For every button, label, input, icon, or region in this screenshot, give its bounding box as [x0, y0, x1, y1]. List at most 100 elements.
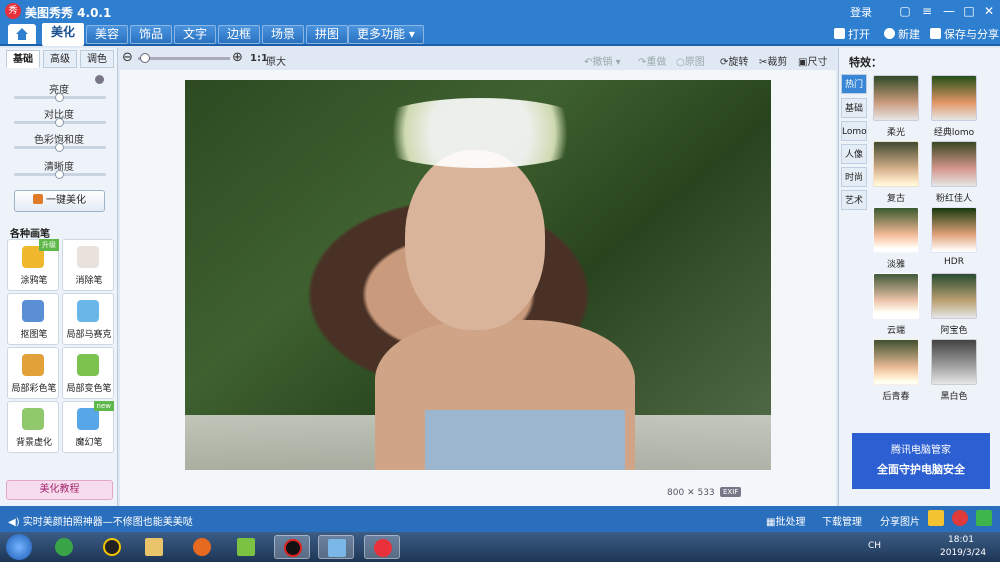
maximize-button[interactable]: □: [960, 2, 978, 20]
brush-mosaic[interactable]: 局部马赛克: [62, 293, 114, 345]
taskbar-app[interactable]: [228, 535, 264, 559]
subtab-tone[interactable]: 调色: [80, 50, 114, 68]
brush-background-blur[interactable]: 背景虚化: [7, 401, 59, 453]
slider-saturation[interactable]: [14, 143, 106, 152]
effect-label: 淡雅: [886, 260, 905, 270]
taskbar-app[interactable]: [184, 535, 220, 559]
slider-contrast[interactable]: [14, 118, 106, 127]
login-link[interactable]: 登录: [850, 4, 872, 20]
zoom-in-icon[interactable]: ⊕: [232, 50, 243, 65]
fx-category-art[interactable]: 艺术: [841, 190, 867, 210]
status-message[interactable]: ◀) 实时美颜拍照神器—不修图也能美美哒: [8, 513, 193, 528]
window-app-icon: [328, 539, 346, 557]
taskbar-app[interactable]: [318, 535, 354, 559]
fx-category-basic[interactable]: 基础: [841, 98, 867, 118]
tab-collage[interactable]: 拼图: [306, 25, 349, 44]
close-button[interactable]: ✕: [980, 2, 998, 20]
zoom-out-icon[interactable]: ⊖: [122, 50, 133, 65]
taskbar-app[interactable]: [46, 535, 82, 559]
weibo-icon[interactable]: [952, 510, 968, 526]
tab-beautify[interactable]: 美化: [42, 23, 85, 46]
new-button[interactable]: 新建: [884, 26, 920, 42]
share-image-button[interactable]: 分享图片: [880, 513, 920, 528]
effect-thumb[interactable]: [931, 273, 977, 319]
fx-category-portrait[interactable]: 人像: [841, 144, 867, 164]
brush-local-color[interactable]: 局部彩色笔: [7, 347, 59, 399]
app-logo: 秀: [5, 3, 21, 19]
clock-time[interactable]: 18:01: [948, 535, 974, 545]
taskbar-app[interactable]: [274, 535, 310, 559]
refresh-app-icon: [55, 538, 73, 556]
folder-icon: [145, 538, 163, 556]
taskbar-app[interactable]: [94, 535, 130, 559]
advertisement-banner[interactable]: 腾讯电脑管家 全面守护电脑安全: [852, 433, 990, 489]
save-share-button[interactable]: 保存与分享: [930, 26, 999, 42]
beautify-tutorial-button[interactable]: 美化教程: [6, 480, 113, 500]
brush-graffiti[interactable]: 升级 涂鸦笔: [7, 239, 59, 291]
brush-magic[interactable]: new 魔幻笔: [62, 401, 114, 453]
tab-text[interactable]: 文字: [174, 25, 217, 44]
effect-label: 后青春: [882, 392, 910, 402]
home-tab[interactable]: [8, 24, 36, 44]
zoom-slider-knob[interactable]: [140, 53, 150, 63]
slider-knob[interactable]: [55, 143, 64, 152]
download-manager-button[interactable]: 下载管理: [822, 513, 862, 528]
add-icon[interactable]: [976, 510, 992, 526]
taskbar-app[interactable]: [136, 535, 172, 559]
fx-category-lomo[interactable]: Lomo: [841, 121, 867, 141]
effect-thumb[interactable]: [873, 273, 919, 319]
original-size-button[interactable]: 原大: [266, 53, 286, 68]
start-button[interactable]: [6, 534, 32, 560]
clock-date[interactable]: 2019/3/24: [940, 548, 986, 558]
batch-process-button[interactable]: ▦批处理: [766, 513, 805, 528]
subtab-advanced[interactable]: 高级: [43, 50, 77, 68]
effect-thumb[interactable]: [873, 207, 919, 253]
taskbar-app-meitu[interactable]: [364, 535, 400, 559]
effect-thumb[interactable]: [931, 141, 977, 187]
tab-frame[interactable]: 边框: [218, 25, 261, 44]
effect-thumb[interactable]: [931, 207, 977, 253]
slider-sharpness[interactable]: [14, 170, 106, 179]
restore-original-button[interactable]: ○原图: [676, 53, 705, 68]
photo-canvas[interactable]: [185, 80, 771, 470]
effect-thumb[interactable]: [873, 141, 919, 187]
exif-button[interactable]: EXIF: [720, 487, 742, 497]
tab-more[interactable]: 更多功能 ▾: [348, 25, 424, 44]
effect-label: 柔光: [886, 128, 905, 138]
effect-thumb[interactable]: [873, 75, 919, 121]
fx-category-fashion[interactable]: 时尚: [841, 167, 867, 187]
one-click-beautify-button[interactable]: 一键美化: [14, 190, 105, 212]
input-language[interactable]: CH: [868, 541, 881, 551]
open-button[interactable]: 打开: [834, 26, 870, 42]
undo-button[interactable]: ↶撤销 ▾: [584, 53, 621, 68]
left-panel: 基础 高级 调色 亮度 对比度 色彩饱和度 清晰度 一键美化 各种画笔 升级 涂…: [0, 48, 118, 506]
crop-button[interactable]: ✂裁剪: [759, 53, 787, 68]
zoom-slider[interactable]: [138, 57, 230, 60]
message-icon[interactable]: ▢: [896, 2, 914, 20]
menu-icon[interactable]: ≡: [918, 2, 936, 20]
star-icon[interactable]: [928, 510, 944, 526]
brush-section-title: 各种画笔: [10, 229, 50, 240]
tab-accessories[interactable]: 饰品: [130, 25, 173, 44]
effect-thumb[interactable]: [931, 339, 977, 385]
brush-eraser[interactable]: 消除笔: [62, 239, 114, 291]
effect-thumb[interactable]: [931, 75, 977, 121]
tab-beauty[interactable]: 美容: [86, 25, 129, 44]
slider-knob[interactable]: [55, 93, 64, 102]
fx-category-hot[interactable]: 热门: [841, 74, 867, 94]
redo-button[interactable]: ↷重做: [638, 53, 666, 68]
slider-knob[interactable]: [55, 170, 64, 179]
effect-thumb[interactable]: [873, 339, 919, 385]
resize-button[interactable]: ▣尺寸: [798, 53, 827, 68]
rotate-button[interactable]: ⟳旋转: [720, 53, 748, 68]
slider-knob[interactable]: [55, 118, 64, 127]
new-badge: new: [93, 401, 114, 411]
effect-label: 黑白色: [940, 392, 968, 402]
subtab-basic[interactable]: 基础: [6, 50, 40, 68]
brush-local-recolor[interactable]: 局部变色笔: [62, 347, 114, 399]
brush-cutout[interactable]: 抠图笔: [7, 293, 59, 345]
tab-scene[interactable]: 场景: [262, 25, 305, 44]
minimize-button[interactable]: —: [940, 2, 958, 20]
slider-brightness[interactable]: [14, 93, 106, 102]
os-taskbar: CH 18:01 2019/3/24: [0, 532, 1000, 562]
